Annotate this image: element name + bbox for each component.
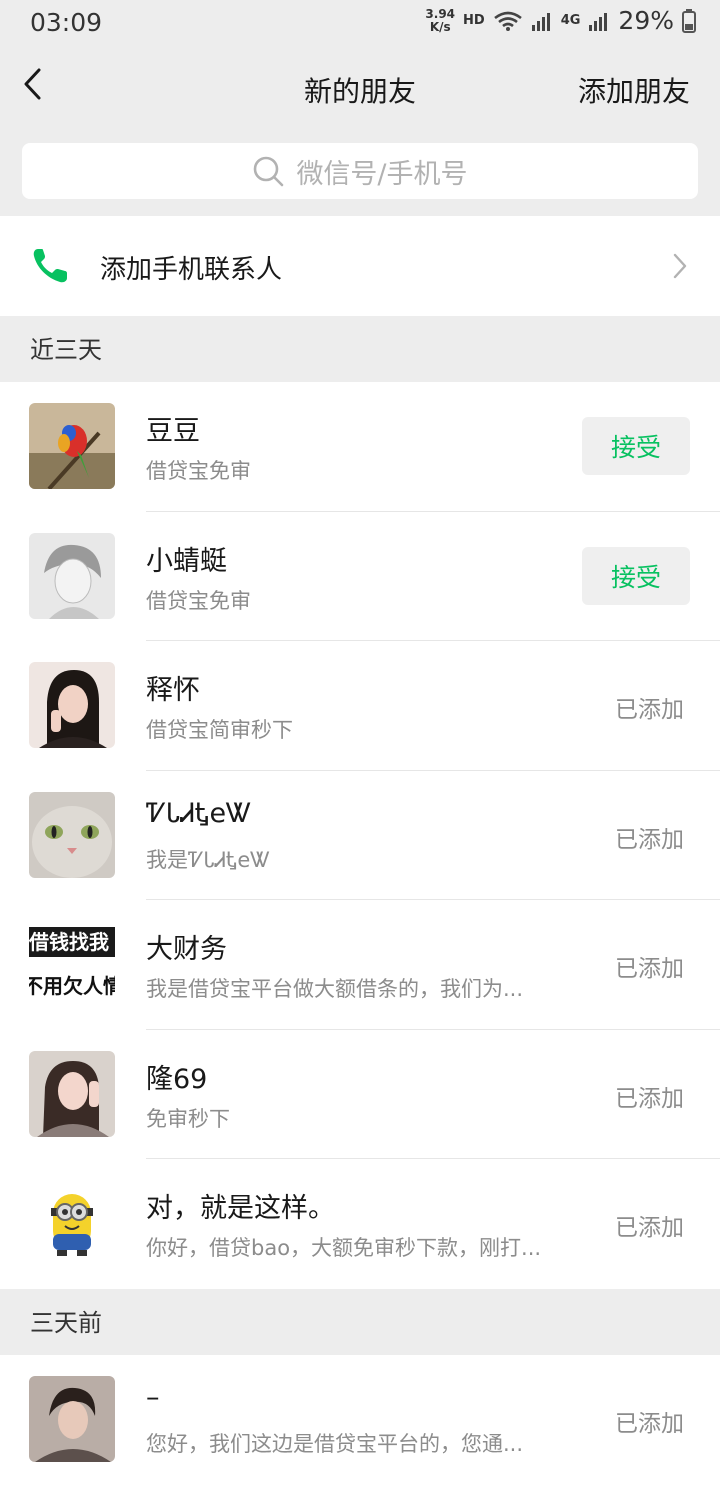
battery-icon (682, 8, 696, 33)
friend-message: 免审秒下 (146, 1106, 230, 1131)
add-phone-contacts-label: 添加手机联系人 (100, 255, 283, 285)
friend-name: 释怀 (146, 675, 200, 706)
list-item[interactable]: – 您好，我们这边是借贷宝平台的，您通... 已添加 (0, 1355, 720, 1485)
friend-name: 对，就是这样。 (146, 1193, 335, 1224)
friend-name: – (146, 1382, 160, 1413)
list-item[interactable]: 隆69 免审秒下 已添加 (0, 1030, 720, 1159)
status-bar: 03:09 3.94 K/s HD 4G 29% (0, 0, 720, 44)
network-type-label: 4G (560, 13, 581, 28)
added-status: 已添加 (615, 826, 684, 853)
signal-icon (531, 12, 550, 31)
avatar (29, 403, 115, 489)
avatar (29, 791, 115, 878)
avatar (29, 1180, 115, 1266)
friend-message: 您好，我们这边是借贷宝平台的，您通... (146, 1432, 524, 1456)
added-status: 已添加 (615, 1085, 684, 1112)
list-item[interactable]: 豆豆 借贷宝免审 接受 (0, 382, 720, 512)
net-speed-unit: K/s (429, 19, 451, 34)
add-friends-button[interactable]: 添加朋友 (578, 70, 690, 110)
avatar (29, 1376, 115, 1462)
status-time: 03:09 (30, 8, 103, 37)
chevron-right-icon (673, 253, 687, 279)
avatar (29, 1050, 115, 1137)
recent-friend-list: 豆豆 借贷宝免审 接受 小蜻蜓 借贷宝免审 接受 释怀 借贷宝简审秒下 已添加 … (0, 382, 720, 1289)
signal-icon-2 (589, 12, 608, 31)
search-placeholder: 微信号/手机号 (296, 158, 468, 190)
friend-message: 借贷宝简审秒下 (146, 718, 293, 742)
section-header-recent: 近三天 (30, 336, 102, 364)
section-header-older: 三天前 (30, 1309, 102, 1337)
friend-message: 你好，借贷bao，大额免审秒下款，刚打... (146, 1236, 542, 1260)
add-phone-contacts-row[interactable]: 添加手机联系人 (0, 216, 720, 316)
search-icon (254, 156, 284, 187)
accept-button[interactable]: 接受 (582, 546, 690, 605)
friend-name: ᏤᏓᏗᎿеᏔ (146, 797, 252, 829)
added-status: 已添加 (615, 1411, 684, 1437)
net-speed-value: 3.94 (425, 6, 456, 21)
avatar-text-top: 借钱找我 (29, 927, 115, 957)
added-status: 已添加 (615, 956, 684, 982)
added-status: 已添加 (615, 1215, 684, 1241)
avatar: 借钱找我 不用欠人情 (29, 921, 115, 1007)
friend-name: 大财务 (146, 934, 227, 965)
status-icons: 3.94 K/s HD 4G 29% (425, 6, 696, 35)
nav-bar: 新的朋友 添加朋友 (0, 44, 720, 132)
list-item[interactable]: ᏤᏓᏗᎿеᏔ 我是ᏤᏓᏗᎿеᏔ 已添加 (0, 771, 720, 900)
friend-message: 借贷宝免审 (146, 588, 251, 613)
list-item[interactable]: 借钱找我 不用欠人情 大财务 我是借贷宝平台做大额借条的，我们为... 已添加 (0, 900, 720, 1030)
wifi-icon (493, 11, 522, 31)
avatar (29, 532, 115, 619)
accept-button[interactable]: 接受 (582, 417, 690, 475)
list-item[interactable]: 小蜻蜓 借贷宝免审 接受 (0, 512, 720, 641)
avatar (29, 662, 115, 748)
friend-message: 借贷宝免审 (146, 459, 251, 483)
friend-name: 隆69 (146, 1063, 208, 1095)
phone-icon (33, 249, 67, 283)
search-input[interactable]: 微信号/手机号 (22, 143, 698, 199)
list-item[interactable]: 释怀 借贷宝简审秒下 已添加 (0, 641, 720, 771)
friend-name: 小蜻蜓 (146, 545, 227, 577)
avatar-text-bottom: 不用欠人情 (29, 974, 115, 998)
hd-icon: HD (463, 13, 485, 28)
friend-message: 我是ᏤᏓᏗᎿеᏔ (146, 847, 271, 872)
older-friend-list: – 您好，我们这边是借贷宝平台的，您通... 已添加 (0, 1355, 720, 1485)
added-status: 已添加 (615, 697, 684, 723)
list-item[interactable]: 对，就是这样。 你好，借贷bao，大额免审秒下款，刚打... 已添加 (0, 1159, 720, 1289)
friend-message: 我是借贷宝平台做大额借条的，我们为... (146, 977, 524, 1001)
friend-name: 豆豆 (146, 416, 200, 447)
battery-percent: 29% (618, 6, 674, 35)
net-speed: 3.94 K/s (425, 6, 456, 34)
